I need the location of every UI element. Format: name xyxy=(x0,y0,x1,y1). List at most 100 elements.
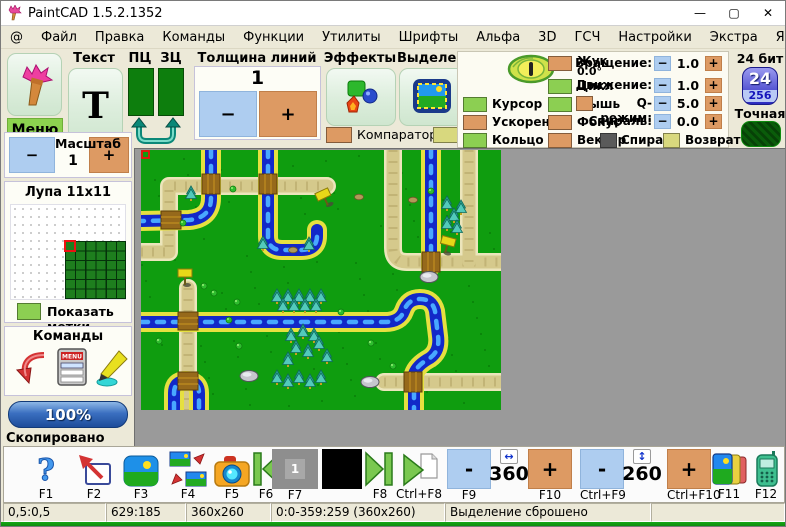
menu-item-commands[interactable]: Команды xyxy=(153,29,234,46)
movement-plus-button[interactable]: + xyxy=(705,78,722,93)
color-depth-label: 24 бит xyxy=(735,51,785,66)
minimize-button[interactable]: — xyxy=(683,1,717,25)
movement-label: Движение: xyxy=(558,78,652,93)
width-plus-button[interactable]: + F10 xyxy=(528,449,572,502)
spiral-minus-button[interactable]: − xyxy=(654,114,671,129)
show-marks-checkbox[interactable] xyxy=(17,303,41,320)
comparator-left-swatch[interactable] xyxy=(326,127,352,143)
selection-button[interactable] xyxy=(399,68,465,126)
menu-item-settings[interactable]: Настройки xyxy=(609,29,700,46)
spiral-mode-swatch[interactable] xyxy=(600,133,617,148)
menu-item-language[interactable]: Язык/Language xyxy=(767,29,786,46)
phone-button[interactable]: F12 xyxy=(746,449,786,501)
qmode-plus-button[interactable]: + xyxy=(705,96,722,111)
maximize-button[interactable]: ▢ xyxy=(717,1,751,25)
phone-icon xyxy=(746,449,786,488)
current-color-well[interactable] xyxy=(322,449,362,489)
line-width-value: 1 xyxy=(195,67,320,89)
menu-item-at[interactable]: @ xyxy=(1,29,32,46)
height-plus-button[interactable]: + Ctrl+F10 xyxy=(667,449,711,502)
layers-button[interactable]: F11 xyxy=(707,449,751,501)
effects-button[interactable] xyxy=(326,68,396,126)
ring-label: Кольцо xyxy=(492,133,544,148)
progress-button[interactable]: 100% xyxy=(8,401,128,428)
swap-images-button[interactable]: F4 xyxy=(164,449,212,501)
close-button[interactable]: ✕ xyxy=(751,1,785,25)
menu-item-functions[interactable]: Функции xyxy=(234,29,313,46)
height-minus-button[interactable]: - Ctrl+F9 xyxy=(580,449,624,502)
status-message: Выделение сброшено xyxy=(445,503,651,522)
rotation-value: 1.0 xyxy=(673,56,703,71)
loupe-panel: Лупа 11x11 Показать метки xyxy=(4,181,132,323)
swap-colors-button[interactable] xyxy=(125,117,187,147)
help-button[interactable]: ? F1 xyxy=(22,449,70,501)
qmode-value: 5.0 xyxy=(673,96,703,111)
vector-swatch[interactable] xyxy=(548,133,572,148)
loupe-cursor-cell xyxy=(64,240,76,252)
bg-color-swatch[interactable] xyxy=(158,68,184,116)
rotation-minus-button[interactable]: − xyxy=(654,56,671,71)
restore-window-button[interactable]: F2 xyxy=(70,449,118,501)
depth-bits-value: 24 xyxy=(743,68,777,90)
width-arrow-icon: ↔ xyxy=(500,449,517,464)
menu-item-alpha[interactable]: Альфа xyxy=(467,29,529,46)
draw-command-button[interactable] xyxy=(95,349,131,387)
pen-icon xyxy=(95,349,131,387)
menu-item-3d[interactable]: 3D xyxy=(529,29,565,46)
menu-item-file[interactable]: Файл xyxy=(32,29,86,46)
canvas-width-value: ↔ 360 xyxy=(489,449,529,484)
menu-item-utilities[interactable]: Утилиты xyxy=(313,29,390,46)
fg-color-swatch[interactable] xyxy=(128,68,154,116)
image-button[interactable]: F3 xyxy=(117,449,165,501)
layers-icon xyxy=(707,449,751,488)
titlebar: PaintCAD 1.5.2.1352 — ▢ ✕ xyxy=(1,1,785,26)
undo-button[interactable] xyxy=(13,349,49,387)
comparator-right-swatch[interactable] xyxy=(433,127,459,143)
new-page-button[interactable]: Ctrl+F8 xyxy=(392,449,446,501)
qmode-swatch[interactable] xyxy=(576,96,593,111)
frame-number: 1 xyxy=(285,459,305,479)
return-mode-swatch[interactable] xyxy=(663,133,680,148)
fg-color-label: ПЦ xyxy=(125,51,155,66)
loupe-preview[interactable] xyxy=(10,204,126,300)
menu-item-fonts[interactable]: Шрифты xyxy=(390,29,468,46)
status-selection-bounds: 0:0-359:259 (360x260) xyxy=(271,503,445,522)
status-mouse-position: 629:185 xyxy=(106,503,186,522)
status-bar: 0,5:0,5 629:185 360x260 0:0-359:259 (360… xyxy=(3,503,785,522)
depth-colors-value: 256 xyxy=(743,90,777,102)
acceleration-swatch[interactable] xyxy=(463,115,487,130)
canvas-image[interactable] xyxy=(141,150,501,410)
movement-minus-button[interactable]: − xyxy=(654,78,671,93)
bottom-toolbar: ? F1 F2 F3 xyxy=(3,446,785,503)
help-icon: ? xyxy=(22,449,70,488)
brush-icon xyxy=(15,63,55,107)
line-width-minus-button[interactable]: − xyxy=(199,91,257,137)
bg-color-label: ЗЦ xyxy=(156,51,186,66)
menu-item-rng[interactable]: ГСЧ xyxy=(565,29,609,46)
mouse-swatch[interactable] xyxy=(548,97,572,112)
return-mode-label: Возврат xyxy=(685,133,741,148)
color-depth-button[interactable]: 24 256 xyxy=(742,67,778,105)
rotation-plus-button[interactable]: + xyxy=(705,56,722,71)
qmode-minus-button[interactable]: − xyxy=(654,96,671,111)
canvas-height-value: ↕ 260 xyxy=(622,449,662,484)
options-panel: Курсор Ускорение Кольцо Жук 0.0° Цикл Мы… xyxy=(457,51,729,148)
spiral-step-label: Спираль: xyxy=(558,114,652,129)
command-menu-button[interactable]: MENU xyxy=(55,347,89,387)
line-width-panel: 1 − + xyxy=(194,66,321,140)
comparator-label: Компаратор xyxy=(357,127,437,143)
main-menu-button[interactable] xyxy=(7,53,62,116)
spiral-value: 0.0 xyxy=(673,114,703,129)
scale-minus-button[interactable]: − xyxy=(9,137,55,173)
precision-button[interactable] xyxy=(741,121,781,147)
width-minus-button[interactable]: - F9 xyxy=(447,449,491,502)
spiral-plus-button[interactable]: + xyxy=(705,114,722,129)
movement-value: 1.0 xyxy=(673,78,703,93)
menu-item-edit[interactable]: Правка xyxy=(86,29,153,46)
undo-arrow-icon xyxy=(13,349,49,387)
cursor-swatch[interactable] xyxy=(463,97,487,112)
menu-item-extra[interactable]: Экстра xyxy=(701,29,767,46)
ring-swatch[interactable] xyxy=(463,133,487,148)
menubar: @ Файл Правка Команды Функции Утилиты Шр… xyxy=(1,26,785,49)
line-width-plus-button[interactable]: + xyxy=(259,91,317,137)
